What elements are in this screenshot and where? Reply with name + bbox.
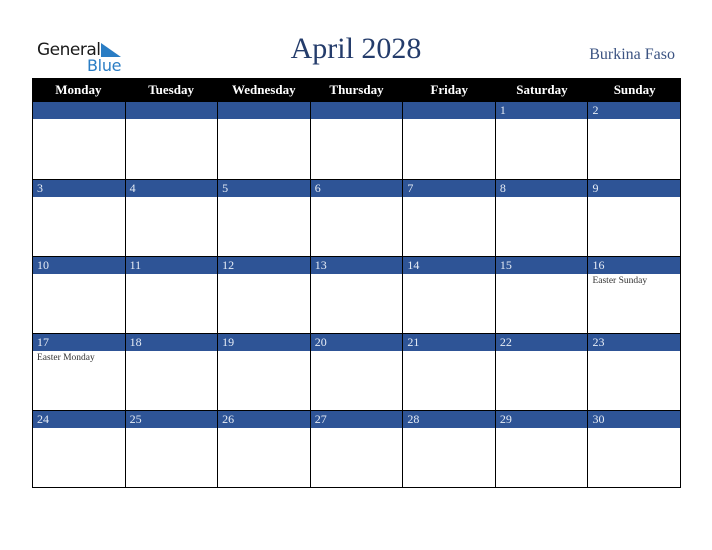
day-cell[interactable]: 23 <box>588 333 682 410</box>
week-row: 24 25 26 27 28 29 30 <box>32 410 682 488</box>
day-number: 11 <box>125 257 218 274</box>
day-cell[interactable]: 24 <box>33 410 126 487</box>
day-number: 2 <box>588 102 681 119</box>
week-row: 17 Easter Monday 18 19 20 21 22 23 <box>32 333 682 410</box>
day-cell[interactable]: 22 <box>495 333 589 410</box>
day-cell[interactable]: 10 <box>33 256 126 333</box>
day-number: 30 <box>588 411 681 428</box>
day-number: 7 <box>403 180 495 197</box>
day-cell[interactable] <box>403 102 496 179</box>
day-cell[interactable]: 3 <box>33 179 126 256</box>
day-cell[interactable] <box>33 102 126 179</box>
day-number: 18 <box>125 334 218 351</box>
holiday-label: Easter Sunday <box>592 276 648 286</box>
day-number: 15 <box>495 257 588 274</box>
day-cell[interactable]: 11 <box>125 256 219 333</box>
day-cell[interactable]: 29 <box>495 410 589 487</box>
day-number: 29 <box>495 411 588 428</box>
day-number: 8 <box>495 180 588 197</box>
day-number: 24 <box>33 411 125 428</box>
weekday-saturday: Saturday <box>516 82 568 97</box>
day-cell[interactable] <box>218 102 311 179</box>
day-cell[interactable]: 5 <box>218 179 311 256</box>
day-number: 10 <box>33 257 125 274</box>
day-number: 19 <box>218 334 310 351</box>
day-number <box>310 102 403 119</box>
day-number: 14 <box>403 257 495 274</box>
day-number <box>125 102 218 119</box>
day-number: 13 <box>310 257 403 274</box>
day-number <box>218 102 310 119</box>
day-cell[interactable]: 9 <box>588 179 682 256</box>
day-number: 9 <box>588 180 681 197</box>
day-cell[interactable]: 8 <box>495 179 589 256</box>
day-cell[interactable]: 13 <box>310 256 404 333</box>
day-cell[interactable]: 25 <box>125 410 219 487</box>
weekday-header-row: Monday Tuesday Wednesday Thursday Friday… <box>32 78 681 102</box>
day-number <box>33 102 125 119</box>
day-cell[interactable]: 17 Easter Monday <box>33 333 126 410</box>
day-number: 21 <box>403 334 495 351</box>
day-cell[interactable] <box>125 102 219 179</box>
day-number: 5 <box>218 180 310 197</box>
day-cell[interactable]: 28 <box>403 410 496 487</box>
day-number: 1 <box>495 102 588 119</box>
day-number: 23 <box>588 334 681 351</box>
day-cell[interactable]: 6 <box>310 179 404 256</box>
day-number: 4 <box>125 180 218 197</box>
day-cell[interactable] <box>310 102 404 179</box>
day-number: 3 <box>33 180 125 197</box>
day-cell[interactable]: 30 <box>588 410 682 487</box>
day-cell[interactable]: 26 <box>218 410 311 487</box>
day-cell[interactable]: 19 <box>218 333 311 410</box>
day-cell[interactable]: 15 <box>495 256 589 333</box>
weekday-thursday: Thursday <box>329 82 384 97</box>
day-cell[interactable]: 20 <box>310 333 404 410</box>
day-cell[interactable]: 16 Easter Sunday <box>588 256 682 333</box>
day-cell[interactable]: 4 <box>125 179 219 256</box>
day-cell[interactable]: 27 <box>310 410 404 487</box>
day-cell[interactable]: 2 <box>588 102 682 179</box>
weekday-sunday: Sunday <box>613 82 656 97</box>
day-number: 27 <box>310 411 403 428</box>
day-number: 16 <box>588 257 681 274</box>
day-number <box>403 102 495 119</box>
day-number: 26 <box>218 411 310 428</box>
day-cell[interactable]: 21 <box>403 333 496 410</box>
day-number: 17 <box>33 334 125 351</box>
weekday-monday: Monday <box>55 82 102 97</box>
day-number: 6 <box>310 180 403 197</box>
day-number: 25 <box>125 411 218 428</box>
day-cell[interactable]: 14 <box>403 256 496 333</box>
day-cell[interactable]: 12 <box>218 256 311 333</box>
week-row: 12 <box>32 102 682 179</box>
week-row: 10 11 12 13 14 15 16 Easter Sunday <box>32 256 682 333</box>
day-number: 12 <box>218 257 310 274</box>
weekday-friday: Friday <box>430 82 469 97</box>
day-number: 28 <box>403 411 495 428</box>
week-row: 3456789 <box>32 179 682 256</box>
day-cell[interactable]: 1 <box>495 102 589 179</box>
calendar-grid: Monday Tuesday Wednesday Thursday Friday… <box>32 78 682 488</box>
weekday-tuesday: Tuesday <box>148 82 194 97</box>
country-label: Burkina Faso <box>589 46 675 63</box>
holiday-label: Easter Monday <box>37 353 95 363</box>
day-cell[interactable]: 7 <box>403 179 496 256</box>
day-number: 20 <box>310 334 403 351</box>
day-cell[interactable]: 18 <box>125 333 219 410</box>
day-number: 22 <box>495 334 588 351</box>
weekday-wednesday: Wednesday <box>232 82 296 97</box>
